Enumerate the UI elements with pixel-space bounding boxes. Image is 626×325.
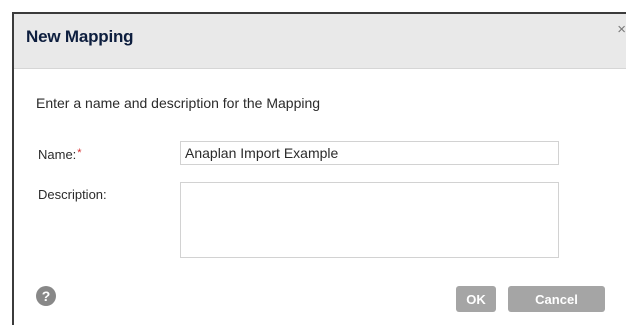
new-mapping-dialog: New Mapping × Enter a name and descripti… bbox=[12, 12, 626, 325]
ok-button[interactable]: OK bbox=[456, 286, 496, 312]
description-label: Description: bbox=[38, 187, 107, 202]
page: New Mapping × Enter a name and descripti… bbox=[0, 0, 626, 325]
description-textarea[interactable] bbox=[180, 182, 559, 258]
required-marker: * bbox=[77, 147, 82, 159]
dialog-titlebar: New Mapping × bbox=[14, 14, 626, 69]
close-icon[interactable]: × bbox=[617, 22, 626, 38]
instructions-text: Enter a name and description for the Map… bbox=[36, 95, 321, 111]
dialog-title: New Mapping bbox=[26, 27, 134, 46]
name-input[interactable] bbox=[180, 141, 559, 165]
cancel-button[interactable]: Cancel bbox=[508, 286, 605, 312]
help-icon[interactable]: ? bbox=[36, 286, 56, 306]
name-label-text: Name: bbox=[38, 147, 77, 162]
name-label: Name:* bbox=[38, 147, 82, 162]
